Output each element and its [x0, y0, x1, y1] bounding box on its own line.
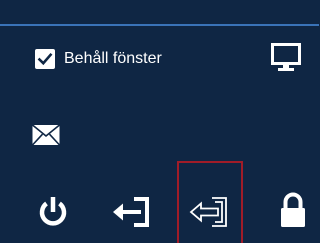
power-icon: [39, 197, 67, 226]
top-divider: [0, 24, 319, 26]
monitor-icon: [271, 43, 301, 71]
keep-window-checkbox-row[interactable]: Behåll fönster: [35, 49, 162, 69]
lock-icon: [281, 192, 305, 227]
power-button[interactable]: [35, 192, 71, 232]
checkmark-icon: [37, 52, 53, 66]
keep-window-label: Behåll fönster: [64, 50, 162, 67]
keep-window-checkbox[interactable]: [35, 49, 55, 69]
logout-arrow-icon: [113, 197, 149, 227]
logout-outline-arrow-icon: [189, 197, 227, 227]
message-button[interactable]: [31, 121, 61, 149]
logout-selected-button[interactable]: [188, 195, 234, 229]
lock-button[interactable]: [276, 189, 310, 231]
logout-button[interactable]: [110, 194, 154, 230]
monitor-button[interactable]: [268, 39, 304, 75]
envelope-icon: [31, 124, 61, 146]
